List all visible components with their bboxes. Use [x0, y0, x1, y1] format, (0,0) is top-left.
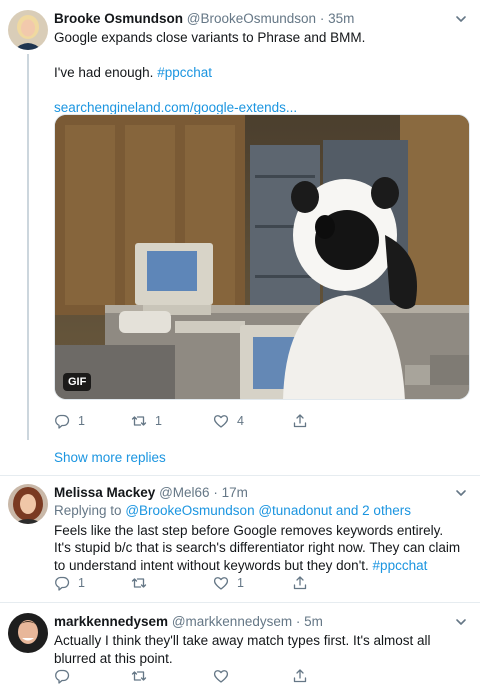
author-handle[interactable]: @BrookeOsmundson: [187, 11, 316, 26]
mention-link[interactable]: @BrookeOsmundson: [125, 503, 254, 518]
tweet-actions: [54, 665, 314, 687]
thread-line: [27, 54, 29, 440]
others-link[interactable]: 2 others: [362, 503, 411, 518]
avatar[interactable]: [8, 10, 48, 50]
chevron-down-icon[interactable]: [454, 615, 468, 629]
reply-icon: [55, 576, 70, 591]
tweet-actions: 1 1 4: [54, 410, 314, 432]
share-icon: [293, 414, 307, 428]
reply-button[interactable]: 1: [54, 413, 85, 429]
author-name[interactable]: markkennedysem: [54, 614, 168, 629]
share-button[interactable]: [292, 575, 308, 591]
share-icon: [293, 669, 307, 683]
reply-icon: [55, 669, 70, 684]
tweet-melissa[interactable]: Melissa Mackey @Mel66 · 17m Replying to …: [0, 476, 480, 600]
tweet-text: Actually I think they'll take away match…: [54, 633, 431, 666]
tweet-actions: 1 1: [54, 572, 314, 594]
retweet-icon: [131, 578, 147, 588]
hashtag-link[interactable]: #ppcchat: [373, 558, 428, 573]
author-name[interactable]: Brooke Osmundson: [54, 11, 183, 26]
like-button[interactable]: 1: [213, 575, 244, 591]
mention-link[interactable]: @tunadonut: [258, 503, 332, 518]
avatar[interactable]: [8, 613, 48, 653]
retweet-button[interactable]: [131, 575, 155, 591]
avatar[interactable]: [8, 484, 48, 524]
tweet-line: I've had enough. #ppcchat: [54, 64, 468, 82]
retweet-icon: [131, 416, 147, 426]
like-count: 1: [237, 576, 244, 590]
gif-frame-image: [55, 115, 469, 399]
timestamp[interactable]: 35m: [328, 11, 354, 26]
like-button[interactable]: 4: [213, 413, 244, 429]
replying-label: Replying to: [54, 503, 122, 518]
share-button[interactable]: [292, 413, 308, 429]
show-more-replies-link[interactable]: Show more replies: [54, 449, 166, 466]
retweet-count: 1: [155, 414, 162, 428]
share-icon: [293, 576, 307, 590]
replying-to: Replying to @BrookeOsmundson @tunadonut …: [54, 502, 468, 520]
reply-button[interactable]: 1: [54, 575, 85, 591]
tweet-text: Feels like the last step before Google r…: [54, 522, 462, 575]
chevron-down-icon[interactable]: [454, 12, 468, 26]
tweet-header: Melissa Mackey @Mel66 · 17m: [54, 484, 468, 502]
separator: ·: [295, 614, 301, 629]
retweet-button[interactable]: [131, 668, 155, 684]
separator: ·: [319, 11, 325, 26]
reply-button[interactable]: [54, 668, 78, 684]
hashtag-link[interactable]: #ppcchat: [157, 65, 212, 80]
like-count: 4: [237, 414, 244, 428]
tweet-header: markkennedysem @markkennedysem · 5m: [54, 613, 468, 631]
author-handle[interactable]: @markkennedysem: [172, 614, 292, 629]
chevron-down-icon[interactable]: [454, 486, 468, 500]
heart-icon: [213, 577, 229, 590]
share-button[interactable]: [292, 668, 308, 684]
tweet-line: Google expands close variants to Phrase …: [54, 30, 366, 45]
tweet-markkennedysem[interactable]: markkennedysem @markkennedysem · 5m Actu…: [0, 603, 480, 688]
tweet-header: Brooke Osmundson @BrookeOsmundson · 35m: [54, 10, 468, 28]
reply-count: 1: [78, 414, 85, 428]
tweet-text: Google expands close variants to Phrase …: [54, 29, 468, 117]
gif-media[interactable]: GIF: [54, 114, 470, 400]
retweet-button[interactable]: 1: [131, 413, 162, 429]
author-handle[interactable]: @Mel66: [159, 485, 209, 500]
separator: ·: [213, 485, 218, 500]
like-button[interactable]: [213, 668, 237, 684]
timestamp[interactable]: 17m: [222, 485, 248, 500]
tweet-brooke[interactable]: Brooke Osmundson @BrookeOsmundson · 35m …: [0, 0, 480, 440]
heart-icon: [213, 415, 229, 428]
author-name[interactable]: Melissa Mackey: [54, 485, 155, 500]
reply-icon: [55, 414, 70, 429]
heart-icon: [213, 670, 229, 683]
tweet-line-text: I've had enough.: [54, 65, 154, 80]
retweet-icon: [131, 671, 147, 681]
replying-and: and: [335, 503, 359, 518]
reply-count: 1: [78, 576, 85, 590]
gif-badge: GIF: [63, 373, 92, 391]
timestamp[interactable]: 5m: [304, 614, 323, 629]
